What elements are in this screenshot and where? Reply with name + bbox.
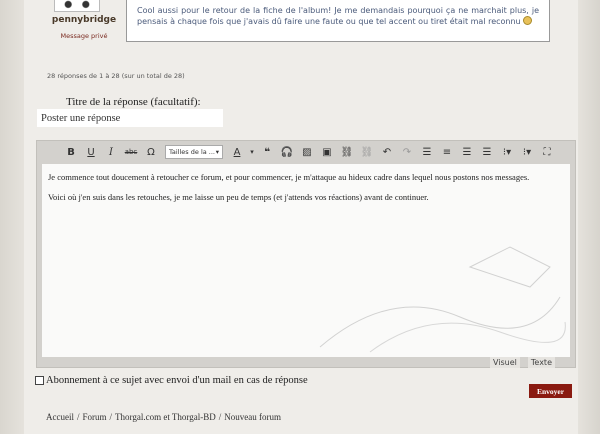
- font-size-select[interactable]: Tailles de la ... ▾: [165, 145, 223, 159]
- align-left-icon[interactable]: ☰: [417, 143, 437, 161]
- reply-count: 28 réponses de 1 à 28 (sur un total de 2…: [47, 72, 185, 80]
- breadcrumb-current[interactable]: Nouveau forum: [224, 412, 281, 422]
- post-message-text: Cool aussi pour le retour de la fiche de…: [137, 6, 539, 26]
- author-username[interactable]: pennybridge: [44, 15, 124, 25]
- redo-icon[interactable]: ↷: [397, 143, 417, 161]
- left-decorative-border: [0, 0, 24, 434]
- avatar[interactable]: [54, 0, 100, 12]
- tab-visual[interactable]: Visuel: [489, 357, 520, 368]
- avatar-image: [55, 0, 99, 11]
- editor-mode-tabs: Visuel Texte: [489, 357, 555, 368]
- reply-title-input[interactable]: [37, 109, 223, 127]
- undo-icon[interactable]: ↶: [377, 143, 397, 161]
- text-color-dropdown-icon[interactable]: ▾: [247, 143, 257, 161]
- chevron-down-icon: ▾: [215, 148, 219, 156]
- special-character-icon[interactable]: Ω: [141, 143, 161, 161]
- post-message-body: Cool aussi pour le retour de la fiche de…: [126, 0, 550, 42]
- image-icon[interactable]: ▨: [297, 143, 317, 161]
- underline-icon[interactable]: U: [81, 143, 101, 161]
- align-center-icon[interactable]: ≡: [437, 143, 457, 161]
- breadcrumb-home[interactable]: Accueil: [46, 412, 74, 422]
- bulleted-list-icon[interactable]: ⁝▾: [497, 143, 517, 161]
- breadcrumb-separator: /: [109, 412, 113, 422]
- video-icon[interactable]: ▣: [317, 143, 337, 161]
- font-size-select-label: Tailles de la ...: [169, 148, 215, 156]
- private-message-link[interactable]: Message privé: [44, 32, 124, 40]
- editor-paragraph-2: Voici où j'en suis dans les retouches, j…: [48, 192, 429, 202]
- fullscreen-icon[interactable]: ⛶: [537, 143, 557, 161]
- breadcrumb-separator: /: [218, 412, 222, 422]
- strikethrough-icon[interactable]: abc: [121, 143, 141, 161]
- subscribe-checkbox[interactable]: [35, 376, 44, 385]
- post-author-panel: pennybridge Message privé: [44, 0, 124, 44]
- unlink-icon[interactable]: ⛓: [357, 143, 377, 161]
- reply-title-label: Titre de la réponse (facultatif):: [66, 96, 201, 108]
- bold-icon[interactable]: B: [61, 143, 81, 161]
- breadcrumb-category[interactable]: Thorgal.com et Thorgal-BD: [115, 412, 216, 422]
- align-right-icon[interactable]: ☰: [457, 143, 477, 161]
- embarrassed-emoji-icon: [523, 16, 533, 25]
- italic-icon[interactable]: I: [101, 143, 121, 161]
- text-color-icon[interactable]: A: [227, 143, 247, 161]
- tab-text[interactable]: Texte: [527, 357, 555, 368]
- right-decorative-border: [578, 0, 600, 434]
- subscribe-label: Abonnement à ce sujet avec envoi d'un ma…: [46, 375, 308, 386]
- link-icon[interactable]: ⛓: [337, 143, 357, 161]
- blockquote-icon[interactable]: ❝: [257, 143, 277, 161]
- breadcrumb-forum[interactable]: Forum: [83, 412, 107, 422]
- rich-text-editor: B U I abc Ω Tailles de la ... ▾ A ▾ ❝ 🎧 …: [36, 140, 576, 368]
- subscribe-option[interactable]: Abonnement à ce sujet avec envoi d'un ma…: [35, 375, 308, 386]
- editor-content-area[interactable]: Je commence tout doucement à retoucher c…: [42, 164, 570, 357]
- thorgal-sketch-watermark: [319, 246, 566, 353]
- editor-toolbar: B U I abc Ω Tailles de la ... ▾ A ▾ ❝ 🎧 …: [37, 141, 575, 163]
- align-justify-icon[interactable]: ☰: [477, 143, 497, 161]
- send-button[interactable]: Envoyer: [529, 384, 572, 398]
- breadcrumb: Accueil / Forum / Thorgal.com et Thorgal-BD /…: [46, 412, 281, 422]
- headphones-icon[interactable]: 🎧: [277, 143, 297, 161]
- editor-paragraph-1: Je commence tout doucement à retoucher c…: [48, 172, 530, 182]
- breadcrumb-separator: /: [76, 412, 80, 422]
- numbered-list-icon[interactable]: ⁝▾: [517, 143, 537, 161]
